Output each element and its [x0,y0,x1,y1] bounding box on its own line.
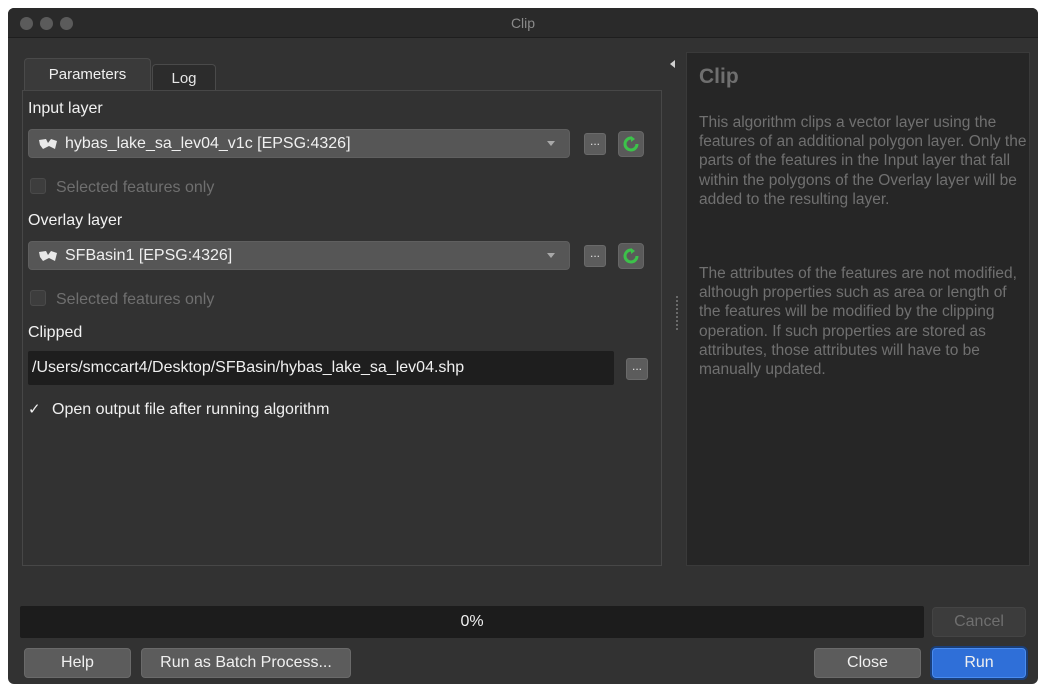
input-layer-value: hybas_lake_sa_lev04_v1c [EPSG:4326] [65,135,351,152]
overlay-layer-browse-button[interactable]: ... [584,245,606,267]
close-button[interactable]: Close [814,648,921,678]
help-button[interactable]: Help [24,648,131,678]
input-layer-label: Input layer [28,100,103,117]
overlay-layer-value: SFBasin1 [EPSG:4326] [65,247,233,264]
help-title: Clip [699,65,739,88]
input-layer-iterate-button[interactable] [618,131,644,157]
open-output-label: Open output file after running algorithm [52,401,330,418]
clip-dialog-window: Clip Parameters Log Input layer hybas_la… [8,8,1038,684]
output-path-field[interactable]: /Users/smccart4/Desktop/SFBasin/hybas_la… [28,351,614,385]
chevron-down-icon [547,253,555,258]
title-bar: Clip [8,8,1038,38]
help-paragraph-2: The attributes of the features are not m… [699,265,1017,379]
open-output-checkbox[interactable]: ✓ Open output file after running algorith… [28,400,330,419]
overlay-selected-only-label: Selected features only [56,291,215,308]
progress-bar: 0% [20,606,924,638]
input-selected-only-label: Selected features only [56,179,215,196]
clipped-label: Clipped [28,324,83,341]
checkmark-icon: ✓ [28,401,41,418]
run-button[interactable]: Run [932,648,1026,678]
overlay-layer-iterate-button[interactable] [618,243,644,269]
window-title: Clip [510,15,536,31]
input-layer-browse-button[interactable]: ... [584,133,606,155]
help-paragraph-1: This algorithm clips a vector layer usin… [699,114,1027,208]
polygon-layer-icon [39,139,57,149]
overlay-layer-label: Overlay layer [28,212,123,229]
parameters-panel [22,90,662,566]
chevron-down-icon [547,141,555,146]
help-panel: Clip This algorithm clips a vector layer… [686,52,1030,566]
checkbox-box [30,290,46,306]
run-as-batch-button[interactable]: Run as Batch Process... [141,648,351,678]
overlay-layer-combo[interactable]: SFBasin1 [EPSG:4326] [28,241,570,270]
splitter-handle[interactable] [676,296,678,330]
overlay-selected-only-checkbox[interactable]: Selected features only [30,290,214,309]
input-selected-only-checkbox[interactable]: Selected features only [30,178,214,197]
tab-log[interactable]: Log [152,64,216,91]
refresh-icon [623,136,639,152]
refresh-icon [623,248,639,264]
output-path-value: /Users/smccart4/Desktop/SFBasin/hybas_la… [32,359,465,376]
checkbox-box [30,178,46,194]
tab-parameters[interactable]: Parameters [24,58,151,90]
cancel-button[interactable]: Cancel [932,607,1026,637]
input-layer-combo[interactable]: hybas_lake_sa_lev04_v1c [EPSG:4326] [28,129,570,158]
progress-text: 0% [460,613,484,630]
output-browse-button[interactable]: ... [626,358,648,380]
collapse-help-icon[interactable] [670,60,675,68]
polygon-layer-icon [39,251,57,261]
